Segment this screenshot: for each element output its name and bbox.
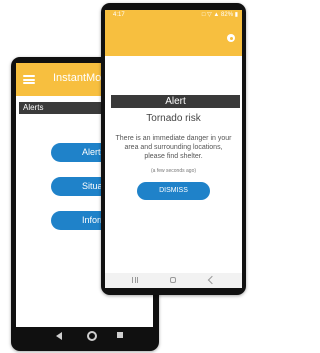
status-bar: 4:17 □ ▽ ▲ 82% ▮ bbox=[105, 10, 242, 21]
foreground-phone-screen: 4:17 □ ▽ ▲ 82% ▮ Alert Tornado risk Ther… bbox=[105, 10, 242, 288]
hamburger-menu-icon[interactable] bbox=[23, 75, 35, 84]
gear-icon[interactable] bbox=[227, 34, 235, 42]
status-icons: □ ▽ ▲ 82% ▮ bbox=[201, 12, 238, 18]
alert-headline: Tornado risk bbox=[146, 113, 201, 124]
nav-home-icon[interactable] bbox=[87, 331, 97, 341]
app-title: InstantMo bbox=[53, 72, 102, 84]
dismiss-button[interactable]: DISMISS bbox=[137, 182, 210, 200]
nav-back-icon[interactable] bbox=[56, 332, 62, 340]
alert-timestamp: (a few seconds ago) bbox=[150, 168, 197, 174]
alert-title: Alert bbox=[111, 95, 240, 108]
nav-back-icon[interactable] bbox=[207, 275, 217, 285]
nav-recents-icon[interactable] bbox=[117, 332, 123, 338]
nav-home-icon[interactable] bbox=[170, 277, 176, 283]
status-time: 4:17 bbox=[113, 12, 125, 18]
system-nav-bar bbox=[105, 273, 242, 288]
nav-recents-icon[interactable] bbox=[132, 277, 138, 283]
foreground-phone: 4:17 □ ▽ ▲ 82% ▮ Alert Tornado risk Ther… bbox=[101, 3, 246, 295]
system-nav-bar bbox=[16, 328, 153, 345]
alert-message: There is an immediate danger in your are… bbox=[115, 135, 232, 160]
app-bar bbox=[105, 21, 242, 56]
